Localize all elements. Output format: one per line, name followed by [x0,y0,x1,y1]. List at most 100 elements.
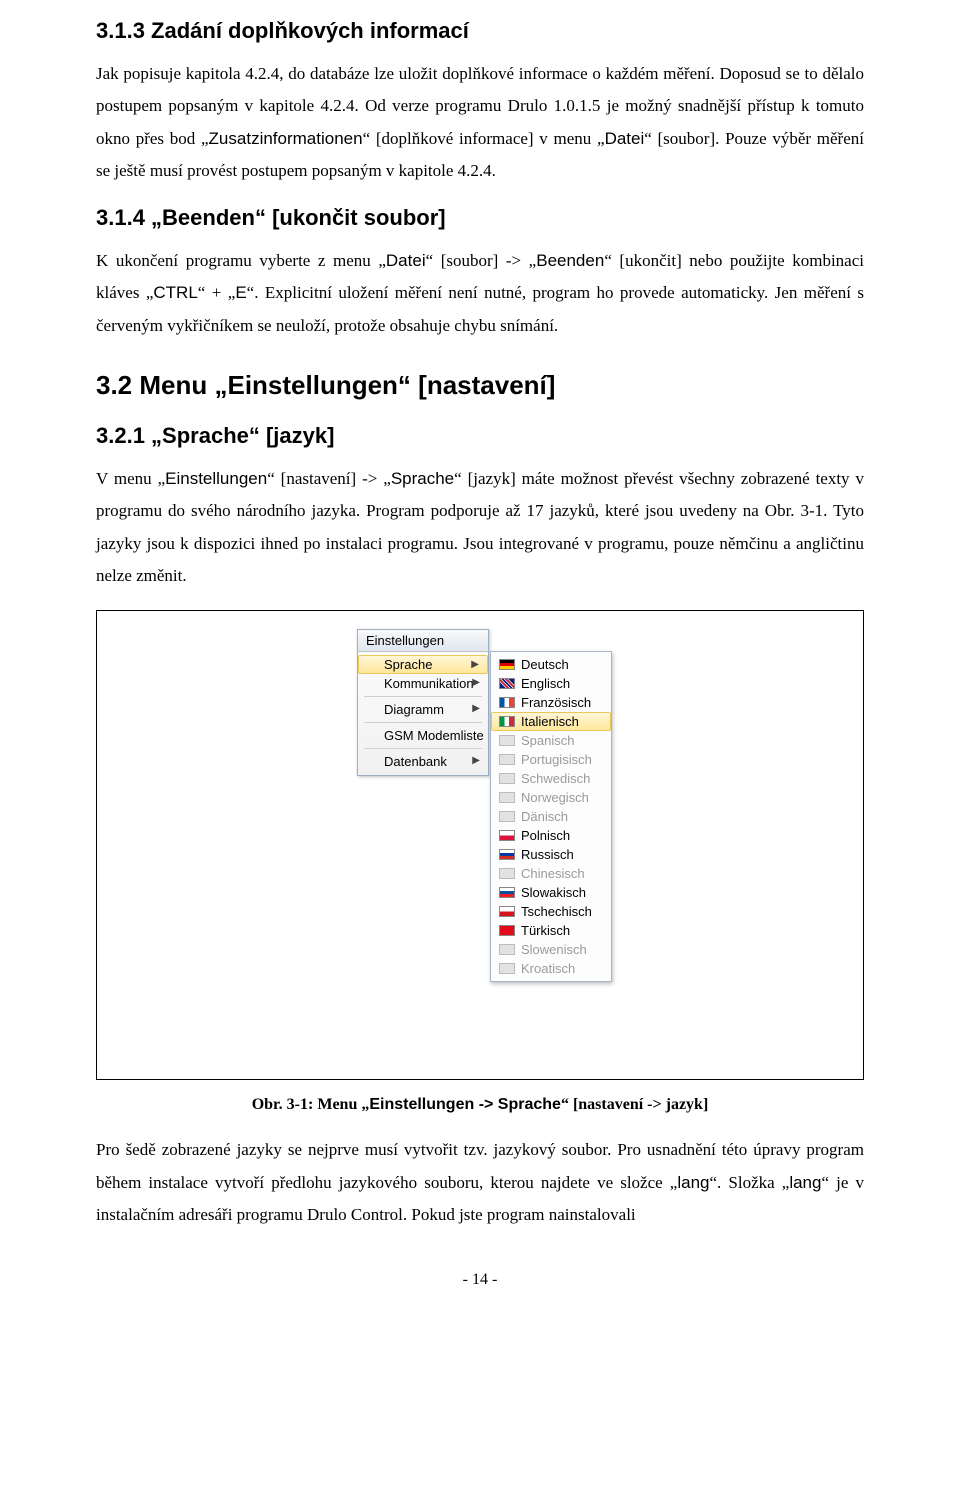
language-item-englisch[interactable]: Englisch [491,674,611,693]
language-item-norwegisch: Norwegisch [491,788,611,807]
flag-icon [499,868,515,879]
language-item-tschechisch[interactable]: Tschechisch [491,902,611,921]
menu-separator [364,748,482,749]
menu-button-einstellungen[interactable]: Einstellungen [358,630,488,652]
paragraph-3-1-3: Jak popisuje kapitola 4.2.4, do databáze… [96,58,864,187]
flag-icon [499,792,515,803]
language-label: Slowakisch [521,885,586,900]
menu-body: Sprache ▶ Kommunikation ▶ Diagramm ▶ GSM… [358,652,488,775]
flag-icon [499,906,515,917]
figure-caption: Obr. 3-1: Menu „Einstellungen -> Sprache… [96,1096,864,1114]
heading-3-2: 3.2 Menu „Einstellungen“ [nastavení] [96,370,864,401]
menu-item-label: Kommunikation [384,676,474,691]
submenu-arrow-icon: ▶ [472,703,480,714]
language-label: Französisch [521,695,591,710]
flag-icon [499,811,515,822]
code-zusatzinformationen: Zusatzinformationen [209,129,363,148]
code-e: E [235,283,246,302]
language-item-portugisisch: Portugisisch [491,750,611,769]
menu-item-label: Diagramm [384,702,444,717]
language-label: Slowenisch [521,942,587,957]
language-item-spanisch: Spanisch [491,731,611,750]
heading-3-1-3: 3.1.3 Zadání doplňkových informací [96,18,864,44]
language-label: Chinesisch [521,866,585,881]
language-label: Norwegisch [521,790,589,805]
text: “ [nastavení] -> „ [267,469,391,488]
language-item-deutsch[interactable]: Deutsch [491,655,611,674]
submenu-sprache: Deutsch Englisch Französisch Italienisch Spa… [490,651,612,982]
text: “ [nastavení -> jazyk] [561,1096,708,1113]
flag-icon [499,849,515,860]
language-item-russisch[interactable]: Russisch [491,845,611,864]
flag-icon [499,716,515,727]
language-label: Italienisch [521,714,579,729]
language-item-schwedisch: Schwedisch [491,769,611,788]
paragraph-3-2-1: V menu „Einstellungen“ [nastavení] -> „S… [96,463,864,592]
language-item-kroatisch: Kroatisch [491,959,611,978]
menu-item-sprache[interactable]: Sprache ▶ [358,655,488,674]
menu-item-kommunikation[interactable]: Kommunikation ▶ [358,674,488,693]
language-item-türkisch[interactable]: Türkisch [491,921,611,940]
code-datei: Datei [386,251,426,270]
language-label: Schwedisch [521,771,590,786]
code-lang: lang [789,1173,821,1192]
submenu-arrow-icon: ▶ [472,755,480,766]
language-label: Russisch [521,847,574,862]
paragraph-3-1-4: K ukončení programu vyberte z menu „Date… [96,245,864,342]
flag-icon [499,678,515,689]
figure-3-1: Einstellungen Sprache ▶ Kommunikation ▶ … [96,610,864,1080]
language-item-slowakisch[interactable]: Slowakisch [491,883,611,902]
text: “ + „ [198,283,236,302]
flag-icon [499,887,515,898]
flag-icon [499,830,515,841]
code-datei: Datei [605,129,645,148]
text: 3.1.4 „Beenden“ [ukončit soubor] [96,205,446,230]
menu-item-datenbank[interactable]: Datenbank ▶ [358,752,488,771]
language-label: Tschechisch [521,904,592,919]
language-item-slowenisch: Slowenisch [491,940,611,959]
menu-item-label: Datenbank [384,754,447,769]
menu-item-label: GSM Modemliste [384,728,484,743]
menu-item-diagramm[interactable]: Diagramm ▶ [358,700,488,719]
text: “ [soubor] -> „ [426,251,537,270]
flag-icon [499,944,515,955]
language-label: Englisch [521,676,570,691]
menu-einstellungen: Einstellungen Sprache ▶ Kommunikation ▶ … [357,629,489,776]
heading-3-2-1: 3.2.1 „Sprache“ [jazyk] [96,423,864,449]
language-item-italienisch[interactable]: Italienisch [491,712,611,731]
flag-icon [499,773,515,784]
text: K ukončení programu vyberte z menu „ [96,251,386,270]
language-label: Spanisch [521,733,574,748]
menu-separator [364,722,482,723]
language-item-dänisch: Dänisch [491,807,611,826]
language-label: Türkisch [521,923,570,938]
code-ctrl: CTRL [153,283,197,302]
language-item-polnisch[interactable]: Polnisch [491,826,611,845]
flag-icon [499,963,515,974]
paragraph-final: Pro šedě zobrazené jazyky se nejprve mus… [96,1134,864,1231]
page-number: - 14 - [96,1271,864,1289]
language-label: Deutsch [521,657,569,672]
caption-code: Einstellungen -> Sprache [369,1096,561,1113]
text: V menu „ [96,469,165,488]
menu-item-label: Sprache [384,657,432,672]
language-label: Portugisisch [521,752,592,767]
flag-icon [499,754,515,765]
submenu-arrow-icon: ▶ [472,677,480,688]
text: “. Složka „ [709,1173,789,1192]
code-lang: lang [677,1173,709,1192]
flag-icon [499,659,515,670]
text: “ [doplňkové informace] v menu „ [363,129,605,148]
language-item-chinesisch: Chinesisch [491,864,611,883]
menu-item-gsm-modemliste[interactable]: GSM Modemliste [358,726,488,745]
code-einstellungen: Einstellungen [165,469,267,488]
flag-icon [499,697,515,708]
language-label: Dänisch [521,809,568,824]
language-label: Kroatisch [521,961,575,976]
menu-separator [364,696,482,697]
heading-3-1-4: 3.1.4 „Beenden“ [ukončit soubor] [96,205,864,231]
code-sprache: Sprache [391,469,454,488]
flag-icon [499,735,515,746]
flag-icon [499,925,515,936]
language-item-französisch[interactable]: Französisch [491,693,611,712]
